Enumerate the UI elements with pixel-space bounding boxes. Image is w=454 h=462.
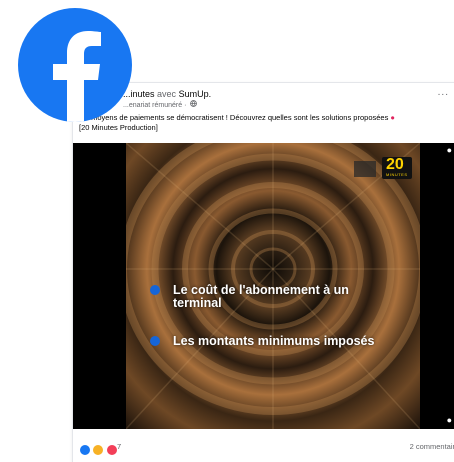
partner-link[interactable]: SumUp. [179,89,212,99]
bullet-dot [150,285,160,295]
video-frame: 20 MINUTES Le coût de l'abonnement à un … [126,143,420,429]
bullet-dot [150,336,160,346]
more-options-button[interactable]: ... [438,87,449,98]
globe-icon [190,100,198,109]
20-minutes-logo: 20 MINUTES [382,156,412,179]
facebook-logo-icon [18,8,132,122]
bullet-text: Les montants minimums imposés [173,334,375,348]
heart-eyes-emoji-icon: ● [390,113,395,122]
volume-icon[interactable]: ● [447,415,452,425]
video-settings-icon[interactable]: ● [447,145,452,155]
logo-background [354,161,376,177]
comments-link[interactable]: 2 commentair [410,442,454,451]
post-header-title: ...inutes avec SumUp. [123,89,211,99]
haha-reaction-icon [92,443,105,456]
caption-line2: [20 Minutes Production] [79,123,158,132]
video-player[interactable]: 20 MINUTES Le coût de l'abonnement à un … [73,143,454,429]
post-caption: ...s moyens de paiements se démocratisen… [79,113,449,133]
sponsor-text: ...enariat rémunéré · [123,102,187,109]
logo-subtitle: MINUTES [386,172,408,177]
with-text: avec [157,89,177,99]
reactions-summary[interactable] [79,441,118,456]
reaction-count[interactable]: 7 [117,442,121,451]
sponsor-label: ...enariat rémunéré · [123,100,198,109]
bullet-text: Le coût de l'abonnement à un terminal [173,283,349,310]
facebook-post: ...inutes avec SumUp. ...enariat rémunér… [72,82,454,462]
post-footer: 7 2 commentair [73,437,454,457]
like-reaction-icon [79,443,91,456]
